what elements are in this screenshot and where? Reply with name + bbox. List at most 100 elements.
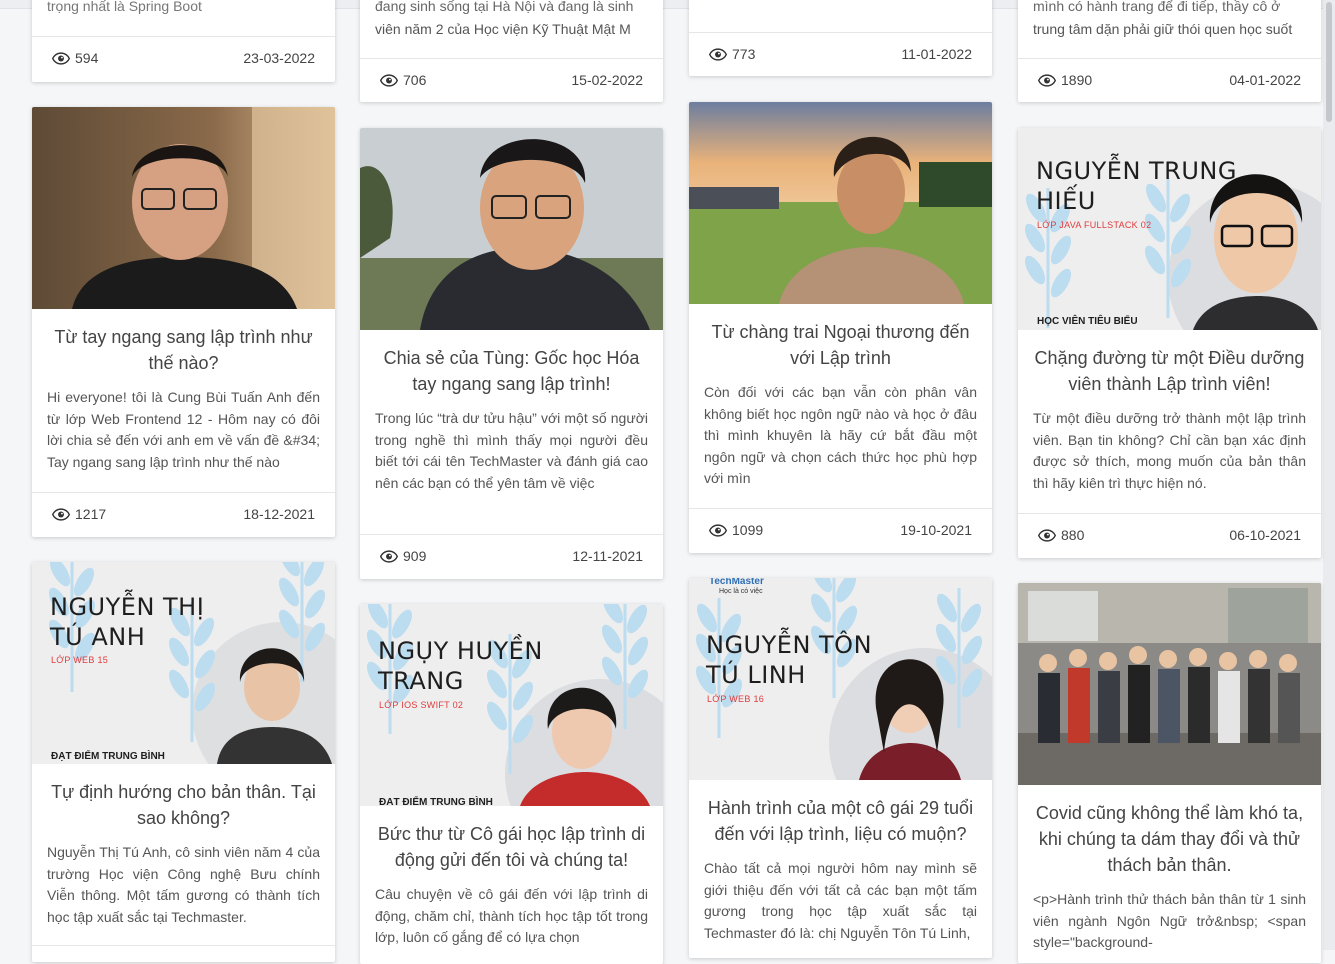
- view-count-value: 773: [732, 46, 756, 62]
- post-footer: 1217 18-12-2021: [32, 492, 335, 537]
- banner-name-line1: NGỤY HUYỀN: [378, 637, 543, 665]
- post-thumbnail[interactable]: NGỤY HUYỀN TRANG LỚP IOS SWIFT 02 ĐẠT ĐI…: [360, 604, 663, 806]
- post-excerpt: Câu chuyện về cô gái đến với lập trình d…: [375, 886, 648, 945]
- post-date: 15-02-2022: [571, 72, 643, 88]
- post-card[interactable]: mình có hành trang để đi tiếp, thầy cô ở…: [1018, 0, 1321, 102]
- view-count: 594: [52, 50, 98, 66]
- view-count: 1217: [52, 506, 106, 522]
- post-date: 19-10-2021: [900, 522, 972, 538]
- view-count-value: 880: [1061, 527, 1085, 543]
- post-title[interactable]: Hành trình của một cô gái 29 tuổi đến vớ…: [704, 795, 977, 847]
- view-count: 706: [380, 72, 426, 88]
- banner-name-line1: NGUYỄN THỊ: [50, 593, 205, 621]
- eye-icon: [380, 550, 398, 563]
- post-thumbnail[interactable]: TechMaster Học là có việc NGUYỄN TÔN TÚ …: [689, 578, 992, 780]
- brand-logo: TechMaster: [709, 578, 764, 587]
- view-count-value: 1099: [732, 522, 764, 538]
- view-count-value: 1217: [75, 506, 107, 522]
- portrait-photo: [360, 128, 663, 330]
- banner-class: LỚP JAVA FULLSTACK 02: [1037, 220, 1152, 230]
- banner-name-line2: TÚ ANH: [50, 623, 146, 651]
- post-thumbnail[interactable]: [1018, 583, 1321, 785]
- post-title[interactable]: Từ chàng trai Ngoại thương đến với Lập t…: [704, 319, 977, 371]
- post-date: 18-12-2021: [243, 506, 315, 522]
- post-thumbnail[interactable]: [32, 107, 335, 309]
- post-card[interactable]: Covid cũng không thể làm khó ta, khi chú…: [1018, 583, 1321, 963]
- post-footer: 1890 04-01-2022: [1018, 58, 1321, 102]
- eye-icon: [52, 52, 70, 65]
- banner-class: LỚP WEB 16: [707, 694, 765, 704]
- banner-name-line2: TÚ LINH: [706, 661, 806, 689]
- eye-icon: [380, 74, 398, 87]
- post-excerpt: Nguyễn Thị Tú Anh, cô sinh viên năm 4 củ…: [47, 844, 320, 925]
- post-title[interactable]: Bức thư từ Cô gái học lập trình di động …: [375, 821, 648, 873]
- view-count: 1890: [1038, 72, 1092, 88]
- post-card[interactable]: đang sinh sống tại Hà Nội và đang là sin…: [360, 0, 663, 102]
- post-excerpt-line: trung tâm dặn phải giữ thói quen học suố…: [1033, 21, 1293, 37]
- banner-name-line2: HIẾU: [1036, 187, 1096, 215]
- post-thumbnail[interactable]: [360, 128, 663, 330]
- banner-class: LỚP IOS SWIFT 02: [379, 700, 464, 710]
- post-card[interactable]: NGUYỄN TRUNG HIẾU LỚP JAVA FULLSTACK 02 …: [1018, 128, 1321, 558]
- post-card[interactable]: trọng nhất là Spring Boot 594 23-03-2022: [32, 0, 335, 82]
- view-count-value: 594: [75, 50, 99, 66]
- post-card[interactable]: NGUYỄN THỊ TÚ ANH LỚP WEB 15 ĐẠT ĐIỂM TR…: [32, 562, 335, 962]
- view-count-value: 909: [403, 548, 427, 564]
- post-title[interactable]: Từ tay ngang sang lập trình như thế nào?: [47, 324, 320, 376]
- eye-icon: [1038, 74, 1056, 87]
- post-title[interactable]: Tự định hướng cho bản thân. Tại sao khôn…: [47, 779, 320, 831]
- post-title[interactable]: Chặng đường từ một Điều dưỡng viên thành…: [1033, 345, 1306, 397]
- view-count: 880: [1038, 527, 1084, 543]
- banner-name-line2: TRANG: [378, 667, 464, 695]
- post-date: 23-03-2022: [243, 50, 315, 66]
- banner-class: LỚP WEB 15: [51, 655, 109, 665]
- post-title[interactable]: Covid cũng không thể làm khó ta, khi chú…: [1033, 800, 1306, 878]
- post-excerpt-line: viên năm 2 của Học viện Kỹ Thuật Mật M: [375, 21, 631, 37]
- banner-name-line1: NGUYỄN TÔN: [706, 631, 873, 659]
- view-count: 1099: [709, 522, 763, 538]
- post-excerpt-line: mình có hành trang để đi tiếp, thầy cô ở: [1033, 0, 1281, 14]
- post-footer: 909 12-11-2021: [360, 534, 663, 579]
- post-thumbnail[interactable]: NGUYỄN TRUNG HIẾU LỚP JAVA FULLSTACK 02 …: [1018, 128, 1321, 330]
- eye-icon: [709, 48, 727, 61]
- post-date: 06-10-2021: [1229, 527, 1301, 543]
- post-date: 11-01-2022: [901, 46, 972, 62]
- view-count: 773: [709, 46, 755, 62]
- view-count-value: 706: [403, 72, 427, 88]
- post-excerpt: Còn đối với các bạn vẫn còn phân vân khô…: [704, 384, 977, 486]
- post-excerpt: Từ một điều dưỡng trở thành một lập trìn…: [1033, 410, 1306, 491]
- banner-tag: ĐẠT ĐIỂM TRUNG BÌNH: [51, 751, 165, 762]
- portrait-photo: [32, 107, 335, 309]
- post-card[interactable]: Từ chàng trai Ngoại thương đến với Lập t…: [689, 102, 992, 553]
- post-card[interactable]: Chia sẻ của Tùng: Gốc học Hóa tay ngang …: [360, 128, 663, 579]
- post-footer: 594 23-03-2022: [32, 36, 335, 81]
- view-count-value: 1890: [1061, 72, 1093, 88]
- banner-name-line1: NGUYỄN TRUNG: [1036, 157, 1237, 185]
- post-card[interactable]: NGỤY HUYỀN TRANG LỚP IOS SWIFT 02 ĐẠT ĐI…: [360, 604, 663, 964]
- post-excerpt: Trong lúc “trà dư tửu hậu” với một số ng…: [375, 410, 648, 491]
- post-footer: 880 06-10-2021: [1018, 513, 1321, 558]
- post-date: 12-11-2021: [572, 548, 643, 564]
- post-card[interactable]: TechMaster Học là có việc NGUYỄN TÔN TÚ …: [689, 578, 992, 958]
- post-thumbnail[interactable]: NGUYỄN THỊ TÚ ANH LỚP WEB 15 ĐẠT ĐIỂM TR…: [32, 562, 335, 764]
- post-excerpt: Hi everyone! tôi là Cung Bùi Tuấn Anh đế…: [47, 389, 320, 470]
- post-thumbnail[interactable]: [689, 102, 992, 304]
- banner-tag: ĐẠT ĐIỂM TRUNG BÌNH: [379, 797, 493, 806]
- post-title[interactable]: Chia sẻ của Tùng: Gốc học Hóa tay ngang …: [375, 345, 648, 397]
- post-card[interactable]: 773 11-01-2022: [689, 0, 992, 76]
- group-photo: [1018, 583, 1321, 785]
- post-card[interactable]: Từ tay ngang sang lập trình như thế nào?…: [32, 107, 335, 537]
- eye-icon: [709, 524, 727, 537]
- scrollbar-thumb[interactable]: [1326, 2, 1332, 122]
- post-excerpt: Chào tất cả mọi người hôm nay mình sẽ gi…: [704, 860, 977, 941]
- post-excerpt: trọng nhất là Spring Boot: [47, 0, 202, 14]
- eye-icon: [1038, 529, 1056, 542]
- view-count: 909: [380, 548, 426, 564]
- banner-tag: HỌC VIÊN TIÊU BIỂU: [1037, 316, 1138, 327]
- post-date: 04-01-2022: [1229, 72, 1301, 88]
- post-footer: [32, 945, 335, 962]
- brand-slogan: Học là có việc: [719, 588, 763, 595]
- post-footer: 1099 19-10-2021: [689, 508, 992, 553]
- page-scrollbar[interactable]: [1323, 0, 1335, 950]
- post-excerpt: <p>Hành trình thử thách bản thân từ 1 si…: [1033, 891, 1306, 950]
